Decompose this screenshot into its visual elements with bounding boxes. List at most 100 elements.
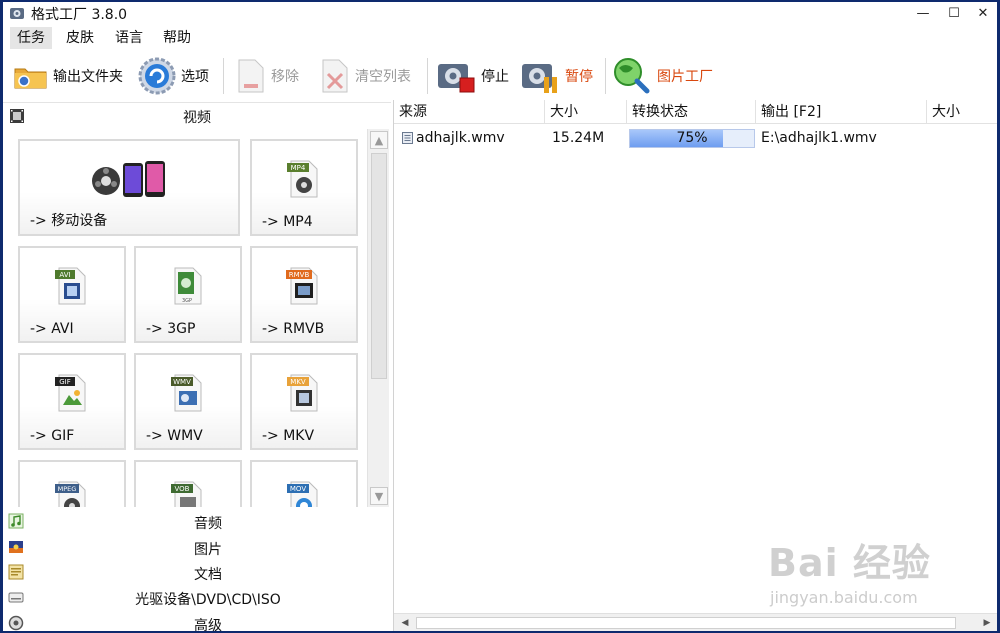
scroll-thumb[interactable] [371,153,387,379]
mpeg-file-icon: MPEG [55,481,86,507]
options-gear-icon [138,57,176,95]
video-category-header[interactable]: 视频 [3,105,391,127]
menu-language[interactable]: 语言 [108,27,150,49]
column-header-output[interactable]: 输出 [F2] [756,100,927,124]
mp4-badge-text: MP4 [291,164,306,172]
tile-label: -> 3GP [146,321,196,337]
wmv-file-icon: WMV [171,374,202,412]
mov-badge-text: MOV [290,485,306,493]
scroll-up-arrow-icon[interactable]: ▲ [370,131,388,149]
toolbar-separator [605,58,606,94]
category-label: 图片 [194,542,222,558]
cell-source: adhajlk.wmv [416,130,505,146]
menu-task[interactable]: 任务 [10,27,52,49]
pause-button[interactable]: 暂停 [519,56,593,96]
category-label: 光驱设备\DVD\CD\ISO [135,592,281,608]
title-bar: 格式工厂 3.8.0 — ☐ ✕ [3,2,997,24]
column-header-output-size[interactable]: 大小 [927,100,997,124]
scroll-down-arrow-icon[interactable]: ▼ [370,487,388,505]
clear-list-icon [322,59,348,93]
scroll-thumb[interactable] [416,617,956,629]
tile-mobile-device[interactable]: -> 移动设备 [18,139,240,236]
tile-mov[interactable]: MOV [250,460,358,507]
format-grid-scrollbar[interactable]: ▲ ▼ [367,129,389,507]
task-list-horizontal-scrollbar[interactable]: ◀ ▶ [394,613,997,631]
category-label: 文档 [194,567,222,583]
scroll-left-arrow-icon[interactable]: ◀ [398,616,412,630]
app-window: 格式工厂 3.8.0 — ☐ ✕ 任务 皮肤 语言 帮助 输出文件夹 选项 移除… [3,2,997,631]
remove-document-icon [238,59,264,93]
tile-mpeg[interactable]: MPEG [18,460,126,507]
vob-badge-text: VOB [175,485,190,493]
rmvb-file-icon: RMVB [286,267,318,305]
watermark-brand: Bai 经验 [768,541,931,585]
tile-3gp[interactable]: 3GP -> 3GP [134,246,242,343]
cell-output: E:\adhajlk1.wmv [761,130,877,146]
cell-size: 15.24M [552,130,605,146]
toolbar: 输出文件夹 选项 移除 清空列表 停止 暂停 图片工厂 [3,52,997,100]
tile-gif[interactable]: GIF -> GIF [18,353,126,450]
toolbar-separator [223,58,224,94]
tile-rmvb[interactable]: RMVB -> RMVB [250,246,358,343]
toolbar-separator [427,58,428,94]
tile-label: -> AVI [30,321,74,337]
output-folder-button[interactable]: 输出文件夹 [13,56,123,96]
conversion-progress-bar: 75% [629,129,755,148]
magnifier-globe-icon [614,58,650,94]
tile-vob[interactable]: VOB [134,460,242,507]
task-list-header: 来源 大小 转换状态 输出 [F2] 大小 [394,100,997,124]
video-category-label: 视频 [183,110,211,126]
tile-label: -> MP4 [262,214,313,230]
menu-bar: 任务 皮肤 语言 帮助 [3,26,997,50]
mkv-badge-text: MKV [290,378,306,386]
vob-file-icon: VOB [171,481,202,507]
options-button[interactable]: 选项 [137,56,209,96]
category-label: 高级 [194,618,222,631]
3gp-badge-text: 3GP [182,298,192,304]
baidu-watermark: Bai 经验 jingyan.baidu.com [748,522,958,612]
menu-help[interactable]: 帮助 [156,27,198,49]
video-format-grid: -> 移动设备 MP4 -> MP4 AVI -> AVI 3GP -> 3GP… [3,129,367,507]
category-advanced[interactable]: 高级 [3,612,391,631]
picture-factory-button[interactable]: 图片工厂 [611,56,713,96]
column-header-size[interactable]: 大小 [545,100,627,124]
category-label: 音频 [194,516,222,532]
category-audio[interactable]: 音频 [3,510,391,534]
format-factory-app-icon [10,8,24,19]
tile-label: -> GIF [30,428,75,444]
mpeg-badge-text: MPEG [58,485,77,493]
folder-icon [14,68,47,89]
minimize-button[interactable]: — [906,2,940,24]
wmv-badge-text: WMV [173,378,191,386]
tile-label: -> RMVB [262,321,325,337]
category-picture[interactable]: 图片 [3,536,391,560]
avi-badge-text: AVI [59,271,70,279]
close-button[interactable]: ✕ [966,2,997,24]
table-row[interactable]: adhajlk.wmv 15.24M 75% E:\adhajlk1.wmv [394,126,997,150]
column-header-status[interactable]: 转换状态 [627,100,756,124]
gif-badge-text: GIF [59,378,71,386]
tile-avi[interactable]: AVI -> AVI [18,246,126,343]
clear-list-button[interactable]: 清空列表 [319,56,411,96]
remove-button[interactable]: 移除 [235,56,299,96]
pause-icon [522,64,557,93]
progress-text: 75% [676,130,708,146]
menu-skin[interactable]: 皮肤 [59,27,101,49]
stop-icon [438,64,475,93]
mkv-file-icon: MKV [287,374,318,412]
category-disc-device[interactable]: 光驱设备\DVD\CD\ISO [3,586,391,610]
tile-label: -> WMV [146,428,203,444]
tile-wmv[interactable]: WMV -> WMV [134,353,242,450]
stop-button[interactable]: 停止 [435,56,509,96]
conversion-panel: 视频 -> 移动设备 MP4 -> MP4 AVI -> AVI 3GP -> … [3,102,391,631]
tile-mkv[interactable]: MKV -> MKV [250,353,358,450]
mov-file-icon: MOV [287,481,318,507]
tile-label: -> 移动设备 [30,213,108,229]
file-icon [402,132,413,144]
category-document[interactable]: 文档 [3,561,391,585]
column-header-source[interactable]: 来源 [394,100,545,124]
mp4-file-icon: MP4 [287,160,318,198]
tile-label: -> MKV [262,428,315,444]
tile-mp4[interactable]: MP4 -> MP4 [250,139,358,236]
scroll-right-arrow-icon[interactable]: ▶ [980,616,994,630]
